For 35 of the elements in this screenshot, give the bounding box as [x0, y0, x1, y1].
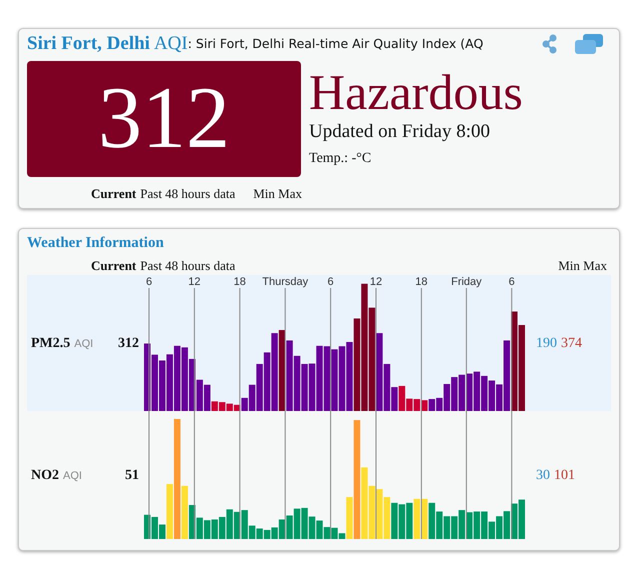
pollutant-name: PM2.5	[31, 336, 70, 350]
aqi-label: AQI	[154, 32, 188, 56]
time-label: 6	[508, 276, 515, 288]
max-value: 374	[561, 336, 582, 350]
current-value: 312	[117, 334, 139, 352]
max-value: 101	[554, 468, 575, 482]
minmax-header: Min Max	[253, 185, 302, 203]
station-subtitle: : Siri Fort, Delhi Real-time Air Quality Index (AQ	[188, 34, 484, 53]
time-label: 12	[370, 276, 382, 288]
time-label: 18	[234, 276, 246, 288]
temperature: Temp.: -°C	[309, 150, 372, 168]
time-label: 6	[328, 276, 334, 288]
time-label: Friday	[451, 276, 482, 288]
aqi-value: 312	[27, 61, 301, 177]
station-title: Siri Fort, Delhi	[27, 32, 150, 56]
time-label: 6	[146, 276, 152, 288]
current-header: Current	[91, 185, 136, 203]
min-value: 30	[536, 468, 550, 482]
history-header: Past 48 hours data	[140, 257, 236, 275]
current-header: Current	[91, 257, 136, 275]
time-label: Thursday	[262, 276, 308, 288]
unit-label: AQI	[63, 470, 82, 482]
windows-icon[interactable]	[575, 34, 603, 54]
unit-label: AQI	[74, 338, 94, 350]
min-value: 190	[536, 336, 557, 350]
share-icon[interactable]	[541, 34, 559, 54]
updated-time: Updated on Friday 8:00	[309, 121, 492, 144]
current-value: 51	[124, 466, 139, 484]
aqi-status: Hazardous	[309, 67, 523, 117]
history-header: Past 48 hours data	[140, 185, 236, 203]
section-title: Weather Information	[27, 234, 165, 253]
minmax-header: Min Max	[558, 257, 607, 275]
pollutant-name: NO2	[31, 468, 59, 482]
time-label: 12	[188, 276, 201, 288]
time-label: 18	[415, 276, 428, 288]
